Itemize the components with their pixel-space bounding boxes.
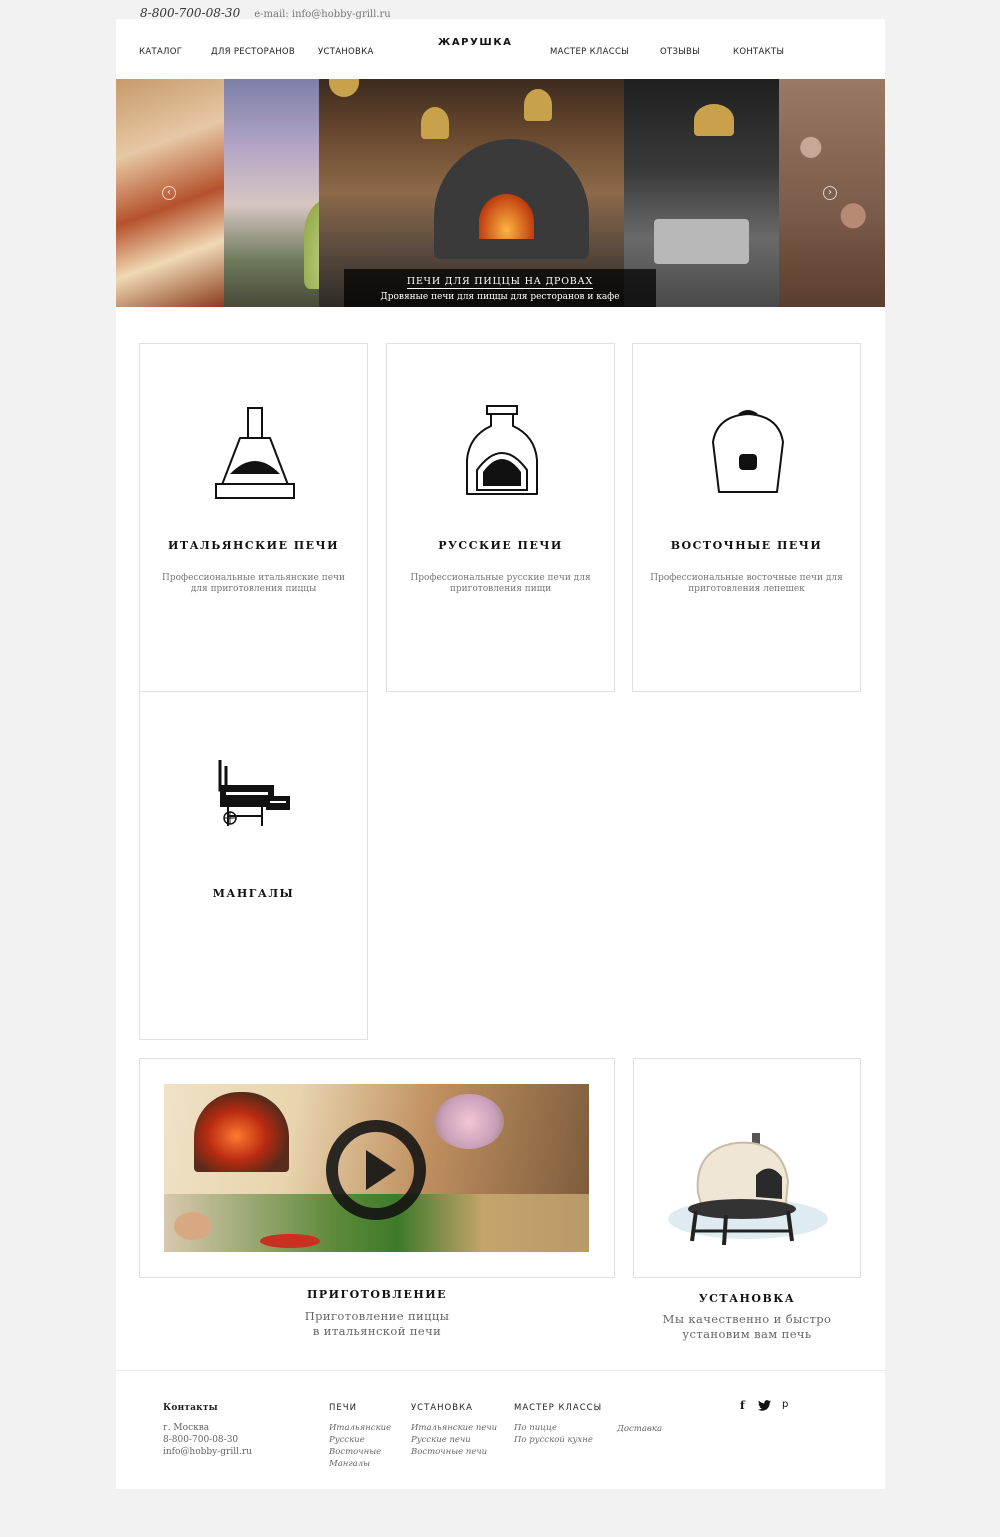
facebook-icon[interactable]: f — [740, 1399, 745, 1412]
footer-link[interactable]: По русской кухне — [514, 1434, 602, 1446]
footer-city: г. Москва — [163, 1423, 210, 1433]
footer-link[interactable]: Восточные — [329, 1446, 391, 1458]
italian-oven-icon — [215, 407, 295, 499]
installation-description: Мы качественно и быстро установим вам пе… — [633, 1312, 861, 1342]
footer-link[interactable]: Итальянские — [329, 1422, 391, 1434]
counter-equipment — [654, 219, 749, 264]
card-grills[interactable]: МАНГАЛЫ — [139, 691, 368, 1040]
page-container: КАТАЛОГ ДЛЯ РЕСТОРАНОВ УСТАНОВКА ЖАРУШКА… — [116, 19, 885, 1489]
footer-link[interactable]: Мангалы — [329, 1458, 391, 1470]
cooking-description: Приготовление пиццы в итальянской печи — [139, 1309, 615, 1339]
hero-caption: ПЕЧИ ДЛЯ ПИЦЦЫ НА ДРОВАХ Дровяные печи д… — [344, 269, 656, 307]
pendant-lamp — [524, 89, 552, 121]
footer-phone[interactable]: 8-800-700-08-30 — [163, 1434, 252, 1446]
installation-description-line: Мы качественно и быстро — [662, 1312, 832, 1326]
footer-link[interactable]: Русские печи — [411, 1434, 497, 1446]
oven-on-stand-image — [688, 1133, 796, 1246]
slider-next-button[interactable]: › — [823, 186, 837, 200]
card-title: ИТАЛЬЯНСКИЕ ПЕЧИ — [167, 539, 339, 552]
footer-installation: УСТАНОВКА Итальянские печи Русские печи … — [411, 1403, 497, 1458]
card-description: Профессиональные русские печи для пригот… — [410, 573, 591, 594]
footer-heading[interactable]: МАСТЕР КЛАССЫ — [514, 1403, 602, 1413]
pendant-lamp — [421, 107, 449, 139]
card-eastern-ovens[interactable]: ВОСТОЧНЫЕ ПЕЧИ Профессиональные восточны… — [632, 343, 861, 692]
pinterest-icon[interactable]: p — [782, 1399, 788, 1410]
twitter-icon[interactable] — [758, 1400, 771, 1411]
nav-contacts[interactable]: КОНТАКТЫ — [733, 47, 784, 57]
cooking-title[interactable]: ПРИГОТОВЛЕНИЕ — [139, 1288, 615, 1301]
footer-email[interactable]: info@hobby-grill.ru — [163, 1446, 252, 1458]
hero-slider[interactable]: ‹ › ПЕЧИ ДЛЯ ПИЦЦЫ НА ДРОВАХ Дровяные пе… — [116, 79, 885, 307]
cooking-description-line: Приготовление пиццы — [304, 1309, 450, 1323]
nav-catalog[interactable]: КАТАЛОГ — [139, 47, 182, 57]
footer-link[interactable]: По пицце — [514, 1422, 602, 1434]
cooking-video-box[interactable] — [139, 1058, 615, 1278]
footer-master-classes: МАСТЕР КЛАССЫ По пицце По русской кухне — [514, 1403, 602, 1446]
site-logo[interactable]: ЖАРУШКА — [438, 37, 513, 48]
footer-contacts: Контакты г. Москва 8-800-700-08-30 info@… — [163, 1403, 252, 1458]
russian-oven-icon — [466, 405, 538, 495]
card-italian-ovens[interactable]: ИТАЛЬЯНСКИЕ ПЕЧИ Профессиональные италья… — [139, 343, 368, 692]
footer-delivery: Доставка — [617, 1423, 662, 1435]
hero-caption-title[interactable]: ПЕЧИ ДЛЯ ПИЦЦЫ НА ДРОВАХ — [406, 276, 594, 289]
restaurant-interior-photo — [224, 79, 364, 307]
footer-ovens: ПЕЧИ Итальянские Русские Восточные Манга… — [329, 1403, 391, 1470]
bread-roll — [174, 1212, 212, 1240]
pendant-lamp — [329, 79, 359, 97]
card-title: ВОСТОЧНЫЕ ПЕЧИ — [670, 539, 823, 552]
card-description: Профессиональные восточные печи для приг… — [650, 573, 843, 594]
footer-delivery-link[interactable]: Доставка — [617, 1423, 662, 1435]
nav-reviews[interactable]: ОТЗЫВЫ — [660, 47, 700, 57]
card-title: РУССКИЕ ПЕЧИ — [438, 539, 563, 552]
nav-restaurants[interactable]: ДЛЯ РЕСТОРАНОВ — [211, 47, 295, 57]
card-russian-ovens[interactable]: РУССКИЕ ПЕЧИ Профессиональные русские пе… — [386, 343, 615, 692]
site-footer: Контакты г. Москва 8-800-700-08-30 info@… — [116, 1370, 885, 1489]
site-header: КАТАЛОГ ДЛЯ РЕСТОРАНОВ УСТАНОВКА ЖАРУШКА… — [116, 19, 885, 79]
tomatoes — [260, 1234, 320, 1248]
footer-heading: Контакты — [163, 1403, 218, 1413]
cooking-description-line: в итальянской печи — [312, 1324, 442, 1338]
nav-master-classes[interactable]: МАСТЕР КЛАССЫ — [550, 47, 629, 57]
tandoor-icon — [712, 410, 784, 493]
nav-installation[interactable]: УСТАНОВКА — [318, 47, 374, 57]
footer-heading[interactable]: УСТАНОВКА — [411, 1403, 497, 1413]
grill-icon — [218, 760, 290, 826]
play-icon[interactable] — [324, 1118, 428, 1222]
footer-heading[interactable]: ПЕЧИ — [329, 1403, 391, 1413]
cooking-video-thumbnail — [164, 1084, 589, 1252]
top-contact-bar: 8-800-700-08-30 e-mail: info@hobby-grill… — [140, 6, 391, 20]
footer-link[interactable]: Русские — [329, 1434, 391, 1446]
top-phone[interactable]: 8-800-700-08-30 — [140, 6, 240, 20]
card-title: МАНГАЛЫ — [212, 887, 295, 900]
pendant-lamp — [694, 104, 734, 136]
card-description: Профессиональные итальянские печи для пр… — [162, 573, 345, 594]
footer-link[interactable]: Итальянские печи — [411, 1422, 497, 1434]
installation-box[interactable] — [633, 1058, 861, 1278]
hero-caption-subtitle: Дровяные печи для пиццы для ресторанов и… — [380, 292, 620, 302]
installation-title[interactable]: УСТАНОВКА — [633, 1292, 861, 1305]
flowers — [434, 1094, 504, 1149]
slider-prev-button[interactable]: ‹ — [162, 186, 176, 200]
oven-fire — [194, 1092, 289, 1172]
footer-link[interactable]: Восточные печи — [411, 1446, 497, 1458]
installation-description-line: установим вам печь — [682, 1327, 812, 1341]
